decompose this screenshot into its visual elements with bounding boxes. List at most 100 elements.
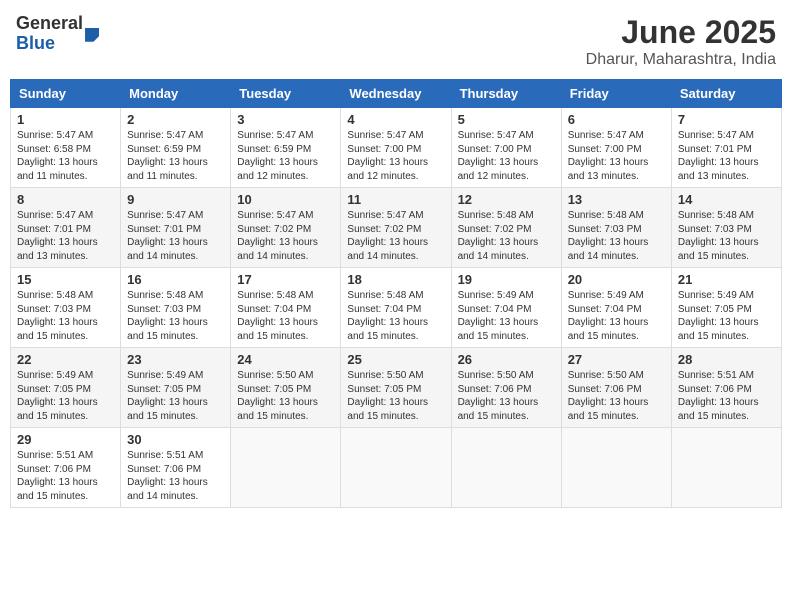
day-info: Sunrise: 5:49 AMSunset: 7:04 PMDaylight:… [458,290,539,342]
calendar-week-row: 15 Sunrise: 5:48 AMSunset: 7:03 PMDaylig… [11,268,782,348]
calendar-day-cell: 7 Sunrise: 5:47 AMSunset: 7:01 PMDayligh… [671,108,781,188]
day-info: Sunrise: 5:49 AMSunset: 7:05 PMDaylight:… [17,370,98,422]
day-info: Sunrise: 5:47 AMSunset: 6:59 PMDaylight:… [127,130,208,182]
calendar-week-row: 29 Sunrise: 5:51 AMSunset: 7:06 PMDaylig… [11,428,782,508]
day-info: Sunrise: 5:47 AMSunset: 7:02 PMDaylight:… [347,210,428,262]
calendar-day-cell: 5 Sunrise: 5:47 AMSunset: 7:00 PMDayligh… [451,108,561,188]
calendar-day-cell: 15 Sunrise: 5:48 AMSunset: 7:03 PMDaylig… [11,268,121,348]
day-number: 3 [237,112,334,127]
day-number: 6 [568,112,665,127]
day-info: Sunrise: 5:48 AMSunset: 7:02 PMDaylight:… [458,210,539,262]
calendar-day-cell: 12 Sunrise: 5:48 AMSunset: 7:02 PMDaylig… [451,188,561,268]
calendar-day-cell: 9 Sunrise: 5:47 AMSunset: 7:01 PMDayligh… [121,188,231,268]
calendar-day-cell: 16 Sunrise: 5:48 AMSunset: 7:03 PMDaylig… [121,268,231,348]
day-info: Sunrise: 5:51 AMSunset: 7:06 PMDaylight:… [127,450,208,502]
weekday-header: Friday [561,80,671,108]
calendar-day-cell: 17 Sunrise: 5:48 AMSunset: 7:04 PMDaylig… [231,268,341,348]
day-number: 9 [127,192,224,207]
calendar-day-cell: 8 Sunrise: 5:47 AMSunset: 7:01 PMDayligh… [11,188,121,268]
calendar-day-cell: 30 Sunrise: 5:51 AMSunset: 7:06 PMDaylig… [121,428,231,508]
day-number: 14 [678,192,775,207]
calendar-day-cell: 18 Sunrise: 5:48 AMSunset: 7:04 PMDaylig… [341,268,451,348]
calendar-day-cell: 28 Sunrise: 5:51 AMSunset: 7:06 PMDaylig… [671,348,781,428]
day-number: 11 [347,192,444,207]
day-number: 1 [17,112,114,127]
day-info: Sunrise: 5:47 AMSunset: 7:01 PMDaylight:… [678,130,759,182]
calendar-day-cell: 4 Sunrise: 5:47 AMSunset: 7:00 PMDayligh… [341,108,451,188]
day-info: Sunrise: 5:47 AMSunset: 7:01 PMDaylight:… [127,210,208,262]
calendar-day-cell: 25 Sunrise: 5:50 AMSunset: 7:05 PMDaylig… [341,348,451,428]
day-number: 7 [678,112,775,127]
day-number: 8 [17,192,114,207]
weekday-header: Saturday [671,80,781,108]
calendar-day-cell: 6 Sunrise: 5:47 AMSunset: 7:00 PMDayligh… [561,108,671,188]
day-number: 30 [127,432,224,447]
calendar-day-cell: 10 Sunrise: 5:47 AMSunset: 7:02 PMDaylig… [231,188,341,268]
calendar-body: 1 Sunrise: 5:47 AMSunset: 6:58 PMDayligh… [11,108,782,508]
day-info: Sunrise: 5:49 AMSunset: 7:05 PMDaylight:… [127,370,208,422]
day-info: Sunrise: 5:47 AMSunset: 7:00 PMDaylight:… [458,130,539,182]
day-info: Sunrise: 5:48 AMSunset: 7:04 PMDaylight:… [347,290,428,342]
calendar-day-cell: 20 Sunrise: 5:49 AMSunset: 7:04 PMDaylig… [561,268,671,348]
day-number: 2 [127,112,224,127]
calendar-day-cell: 2 Sunrise: 5:47 AMSunset: 6:59 PMDayligh… [121,108,231,188]
weekday-header: Monday [121,80,231,108]
calendar-day-cell: 14 Sunrise: 5:48 AMSunset: 7:03 PMDaylig… [671,188,781,268]
day-number: 22 [17,352,114,367]
day-info: Sunrise: 5:48 AMSunset: 7:03 PMDaylight:… [678,210,759,262]
day-info: Sunrise: 5:49 AMSunset: 7:04 PMDaylight:… [568,290,649,342]
calendar-day-cell [231,428,341,508]
month-title: June 2025 [586,14,776,51]
calendar-table: SundayMondayTuesdayWednesdayThursdayFrid… [10,79,782,508]
logo-general: General [16,14,83,34]
day-number: 27 [568,352,665,367]
day-number: 28 [678,352,775,367]
day-info: Sunrise: 5:50 AMSunset: 7:06 PMDaylight:… [568,370,649,422]
day-number: 24 [237,352,334,367]
day-info: Sunrise: 5:48 AMSunset: 7:04 PMDaylight:… [237,290,318,342]
calendar-day-cell: 13 Sunrise: 5:48 AMSunset: 7:03 PMDaylig… [561,188,671,268]
day-number: 26 [458,352,555,367]
day-info: Sunrise: 5:48 AMSunset: 7:03 PMDaylight:… [17,290,98,342]
day-number: 23 [127,352,224,367]
weekday-header: Thursday [451,80,561,108]
day-number: 10 [237,192,334,207]
calendar-day-cell: 3 Sunrise: 5:47 AMSunset: 6:59 PMDayligh… [231,108,341,188]
logo-blue: Blue [16,34,83,54]
day-number: 13 [568,192,665,207]
logo-icon [85,28,99,42]
day-info: Sunrise: 5:50 AMSunset: 7:05 PMDaylight:… [347,370,428,422]
day-number: 19 [458,272,555,287]
weekday-header: Tuesday [231,80,341,108]
weekday-header: Wednesday [341,80,451,108]
calendar-week-row: 22 Sunrise: 5:49 AMSunset: 7:05 PMDaylig… [11,348,782,428]
calendar-day-cell: 27 Sunrise: 5:50 AMSunset: 7:06 PMDaylig… [561,348,671,428]
day-info: Sunrise: 5:47 AMSunset: 7:02 PMDaylight:… [237,210,318,262]
day-info: Sunrise: 5:51 AMSunset: 7:06 PMDaylight:… [678,370,759,422]
calendar-week-row: 8 Sunrise: 5:47 AMSunset: 7:01 PMDayligh… [11,188,782,268]
calendar-day-cell: 24 Sunrise: 5:50 AMSunset: 7:05 PMDaylig… [231,348,341,428]
logo: General Blue [16,14,99,54]
calendar-day-cell: 19 Sunrise: 5:49 AMSunset: 7:04 PMDaylig… [451,268,561,348]
day-info: Sunrise: 5:47 AMSunset: 7:00 PMDaylight:… [568,130,649,182]
day-info: Sunrise: 5:50 AMSunset: 7:05 PMDaylight:… [237,370,318,422]
day-info: Sunrise: 5:48 AMSunset: 7:03 PMDaylight:… [568,210,649,262]
day-info: Sunrise: 5:51 AMSunset: 7:06 PMDaylight:… [17,450,98,502]
weekday-header: Sunday [11,80,121,108]
calendar-day-cell: 26 Sunrise: 5:50 AMSunset: 7:06 PMDaylig… [451,348,561,428]
calendar-day-cell: 11 Sunrise: 5:47 AMSunset: 7:02 PMDaylig… [341,188,451,268]
calendar-day-cell: 23 Sunrise: 5:49 AMSunset: 7:05 PMDaylig… [121,348,231,428]
day-number: 15 [17,272,114,287]
day-number: 21 [678,272,775,287]
day-number: 4 [347,112,444,127]
day-info: Sunrise: 5:47 AMSunset: 7:00 PMDaylight:… [347,130,428,182]
calendar-day-cell [341,428,451,508]
calendar-week-row: 1 Sunrise: 5:47 AMSunset: 6:58 PMDayligh… [11,108,782,188]
day-number: 12 [458,192,555,207]
calendar-day-cell [671,428,781,508]
day-number: 16 [127,272,224,287]
calendar-header-row: SundayMondayTuesdayWednesdayThursdayFrid… [11,80,782,108]
calendar-day-cell: 29 Sunrise: 5:51 AMSunset: 7:06 PMDaylig… [11,428,121,508]
calendar-day-cell [451,428,561,508]
calendar-day-cell: 1 Sunrise: 5:47 AMSunset: 6:58 PMDayligh… [11,108,121,188]
